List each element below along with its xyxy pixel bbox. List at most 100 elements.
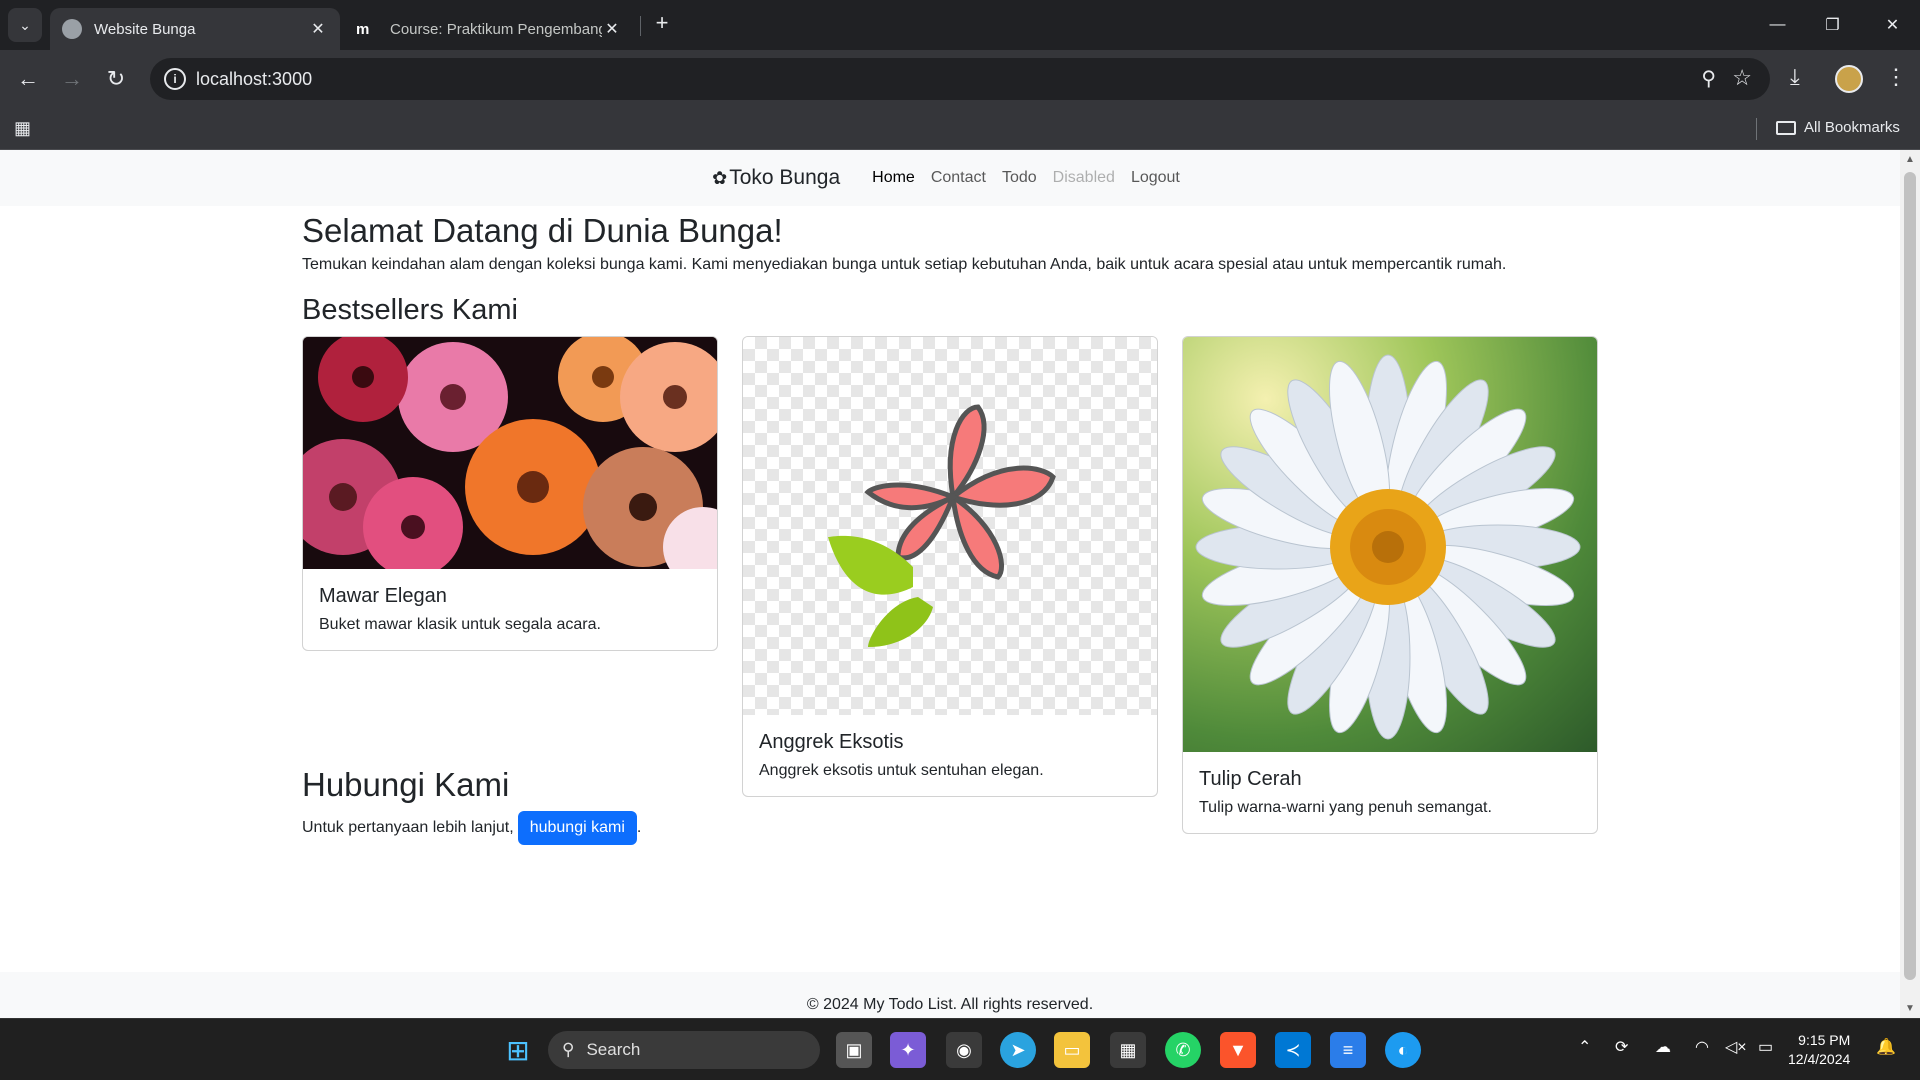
nav-home[interactable]: Home	[872, 169, 915, 187]
bookmarks-separator	[1756, 118, 1757, 140]
system-clock[interactable]: 9:15 PM 12/4/2024	[1788, 1031, 1850, 1069]
card-body: Anggrek Eksotis Anggrek eksotis untuk se…	[743, 715, 1157, 796]
file-explorer-icon[interactable]: ▭	[1054, 1032, 1090, 1068]
contact-heading: Hubungi Kami	[302, 766, 510, 803]
edge-icon[interactable]: ◐	[1385, 1032, 1421, 1068]
card-title: Anggrek Eksotis	[759, 731, 904, 753]
card-title: Mawar Elegan	[319, 585, 447, 607]
back-button[interactable]: ←	[10, 61, 46, 97]
copilot-icon[interactable]: ✦	[890, 1032, 926, 1068]
chrome-icon[interactable]: ◉	[946, 1032, 982, 1068]
address-bar[interactable]: i localhost:3000 ⚲ ☆	[150, 58, 1770, 100]
close-tab-icon[interactable]: ✕	[602, 19, 622, 39]
flower-bouquet-illustration	[303, 337, 717, 569]
task-view-icon[interactable]: ▣	[836, 1032, 872, 1068]
bookmarks-bar: ▦ All Bookmarks	[0, 108, 1920, 150]
sync-icon[interactable]: ⟳	[1615, 1037, 1628, 1057]
tab-course[interactable]: m Course: Praktikum Pengembang ✕	[344, 8, 634, 50]
whatsapp-icon[interactable]: ✆	[1165, 1032, 1201, 1068]
contact-text-row: Untuk pertanyaan lebih lanjut, hubungi k…	[302, 811, 641, 845]
pink-flower-illustration	[828, 404, 1056, 647]
menu-icon[interactable]: ⋮	[1885, 64, 1907, 90]
scroll-down-icon[interactable]: ▼	[1905, 1003, 1915, 1014]
nav-contact[interactable]: Contact	[931, 169, 986, 187]
product-card: Anggrek Eksotis Anggrek eksotis untuk se…	[742, 336, 1158, 797]
zoom-icon[interactable]: ⚲	[1701, 66, 1716, 91]
card-body: Mawar Elegan Buket mawar klasik untuk se…	[303, 569, 717, 650]
new-tab-button[interactable]: +	[650, 10, 674, 38]
brand-label: Toko Bunga	[729, 166, 841, 189]
footer-text: © 2024 My Todo List. All rights reserved…	[806, 996, 1094, 1013]
search-label: Search	[586, 1040, 641, 1059]
vscode-icon[interactable]: ≺	[1275, 1032, 1311, 1068]
close-tab-icon[interactable]: ✕	[308, 19, 328, 39]
tab-title: Website Bunga	[94, 20, 196, 38]
site-navbar: ✿ Toko Bunga Home Contact Todo Disabled …	[0, 150, 1900, 206]
tab-search-button[interactable]: ⌄	[8, 8, 42, 42]
all-bookmarks-label: All Bookmarks	[1804, 119, 1900, 136]
card-title: Tulip Cerah	[1199, 768, 1302, 790]
close-window-button[interactable]: ✕	[1865, 0, 1920, 50]
windows-taskbar: ⊞ ⚲ Search ▣ ✦ ◉ ➤ ▭ ▦ ✆ ▼ ≺ ≡ ◐ ⌃ ⟳ ☁ ◠…	[0, 1018, 1920, 1080]
wifi-icon[interactable]: ◠	[1695, 1037, 1709, 1057]
daisy-image	[1183, 337, 1597, 752]
nav-logout[interactable]: Logout	[1131, 169, 1180, 187]
nav-disabled: Disabled	[1052, 169, 1115, 186]
profile-avatar[interactable]	[1835, 65, 1863, 93]
browser-tab-bar: ⌄ Website Bunga ✕ m Course: Praktikum Pe…	[0, 0, 1920, 50]
tab-title: Course: Praktikum Pengembang	[390, 20, 602, 38]
contact-us-button[interactable]: hubungi kami	[517, 811, 637, 845]
all-bookmarks-button[interactable]: All Bookmarks	[1776, 119, 1900, 136]
card-body: Tulip Cerah Tulip warna-warni yang penuh…	[1183, 752, 1597, 833]
clock-date: 12/4/2024	[1788, 1051, 1851, 1067]
orchid-logo-image	[743, 337, 1157, 715]
flower-icon: ✿	[712, 167, 728, 188]
chevron-up-icon[interactable]: ⌃	[1578, 1037, 1591, 1057]
scroll-thumb[interactable]	[1904, 172, 1916, 980]
gerbera-bouquet-image	[303, 337, 717, 569]
url-text[interactable]: localhost:3000	[196, 69, 312, 90]
product-card: Tulip Cerah Tulip warna-warni yang penuh…	[1182, 336, 1598, 834]
apps-grid-icon[interactable]: ▦	[14, 118, 31, 139]
notepad-icon[interactable]: ≡	[1330, 1032, 1366, 1068]
windows-start-icon[interactable]: ⊞	[500, 1032, 536, 1068]
restore-button[interactable]: ❐	[1805, 0, 1860, 50]
forward-button[interactable]: →	[54, 61, 90, 97]
moodle-icon: m	[356, 20, 370, 38]
page-scrollbar[interactable]: ▲ ▼	[1900, 150, 1920, 1018]
brave-icon[interactable]: ▼	[1220, 1032, 1256, 1068]
contact-trailing: .	[636, 819, 642, 836]
contact-text: Untuk pertanyaan lebih lanjut,	[302, 819, 514, 836]
scroll-up-icon[interactable]: ▲	[1905, 154, 1915, 165]
notification-icon[interactable]: 🔔	[1876, 1037, 1896, 1057]
brand-link[interactable]: ✿ Toko Bunga	[712, 166, 840, 190]
product-card: Mawar Elegan Buket mawar klasik untuk se…	[302, 336, 718, 651]
browser-toolbar: ← → ↻ i localhost:3000 ⚲ ☆ ⤓ ⋮	[0, 50, 1920, 108]
bookmark-star-icon[interactable]: ☆	[1732, 65, 1752, 91]
volume-icon[interactable]: ◁×	[1725, 1037, 1747, 1057]
globe-icon	[62, 19, 82, 39]
site-info-icon[interactable]: i	[164, 68, 186, 90]
card-text: Tulip warna-warni yang penuh semangat.	[1199, 799, 1492, 816]
tab-separator	[640, 16, 641, 36]
bestsellers-heading: Bestsellers Kami	[302, 294, 518, 326]
onedrive-icon[interactable]: ☁	[1655, 1037, 1671, 1057]
clock-time: 9:15 PM	[1798, 1032, 1851, 1048]
telegram-icon[interactable]: ➤	[1000, 1032, 1036, 1068]
download-icon[interactable]: ⤓	[1790, 64, 1800, 90]
reload-button[interactable]: ↻	[98, 61, 134, 97]
store-icon[interactable]: ▦	[1110, 1032, 1146, 1068]
hero-title: Selamat Datang di Dunia Bunga!	[302, 212, 783, 249]
site-footer: © 2024 My Todo List. All rights reserved…	[0, 972, 1900, 1018]
page-viewport: ✿ Toko Bunga Home Contact Todo Disabled …	[0, 150, 1900, 1018]
hero-text: Temukan keindahan alam dengan koleksi bu…	[302, 256, 1507, 273]
tab-website-bunga[interactable]: Website Bunga ✕	[50, 8, 340, 50]
battery-icon[interactable]: ▭	[1758, 1037, 1773, 1057]
search-icon: ⚲	[562, 1040, 575, 1059]
minimize-button[interactable]: —	[1750, 0, 1805, 50]
card-text: Anggrek eksotis untuk sentuhan elegan.	[759, 762, 1044, 779]
nav-todo[interactable]: Todo	[1002, 169, 1037, 187]
taskbar-search[interactable]: ⚲ Search	[548, 1031, 820, 1069]
folder-icon	[1776, 120, 1796, 135]
card-text: Buket mawar klasik untuk segala acara.	[319, 616, 601, 633]
